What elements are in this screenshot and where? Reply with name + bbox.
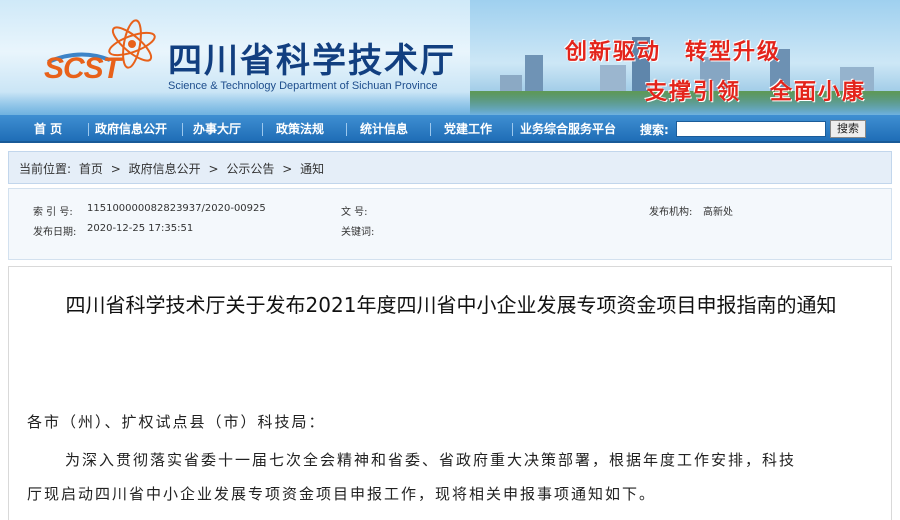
breadcrumb-item-home[interactable]: 首页 xyxy=(79,162,103,176)
slogan-2: 转型升级 xyxy=(685,40,782,65)
site-subtitle: Science & Technology Department of Sichu… xyxy=(168,80,438,92)
search-input[interactable] xyxy=(676,121,826,137)
publisher-value: 高新处 xyxy=(703,207,733,218)
nav-item-party[interactable]: 党建工作 xyxy=(444,120,492,137)
site-banner: SCST 四川省科学技术厅 Science & Technology Depar… xyxy=(0,0,900,115)
breadcrumb: 当前位置: 首页 > 政府信息公开 > 公示公告 > 通知 xyxy=(8,151,892,184)
nav-divider xyxy=(182,123,183,136)
breadcrumb-separator: > xyxy=(208,162,219,176)
search-label: 搜索: xyxy=(640,123,669,137)
publish-date-value: 2020-12-25 17:35:51 xyxy=(87,223,194,234)
index-label: 索 引 号: xyxy=(33,207,73,218)
keyword-label: 关键词: xyxy=(341,227,375,238)
article-title: 四川省科学技术厅关于发布2021年度四川省中小企业发展专项资金项目申报指南的通知 xyxy=(65,293,837,317)
doc-number-label: 文 号: xyxy=(341,207,368,218)
salutation: 各市（州）、扩权试点县（市）科技局： xyxy=(27,413,326,431)
nav-item-service-platform[interactable]: 业务综合服务平台 xyxy=(520,120,616,137)
search-button[interactable]: 搜索 xyxy=(830,120,866,138)
nav-divider xyxy=(262,123,263,136)
breadcrumb-item-gov-info[interactable]: 政府信息公开 xyxy=(129,162,201,176)
article-body: 四川省科学技术厅关于发布2021年度四川省中小企业发展专项资金项目申报指南的通知… xyxy=(8,266,892,520)
site-title: 四川省科学技术厅 xyxy=(168,41,456,81)
paragraph-line: 为深入贯彻落实省委十一届七次全会精神和省委、省政府重大决策部署，根据年度工作安排… xyxy=(65,451,797,469)
breadcrumb-label: 当前位置: xyxy=(19,162,72,176)
publisher-label: 发布机构: xyxy=(649,207,693,218)
main-nav: 首 页 政府信息公开 办事大厅 政策法规 统计信息 党建工作 业务综合服务平台 … xyxy=(0,115,900,143)
document-metadata: 索 引 号: 115100000082823937/2020-00925 文 号… xyxy=(8,188,892,260)
nav-item-service-hall[interactable]: 办事大厅 xyxy=(193,120,241,137)
breadcrumb-item-notice[interactable]: 通知 xyxy=(300,162,324,176)
logo-wordmark: SCST xyxy=(44,52,121,85)
nav-item-statistics[interactable]: 统计信息 xyxy=(360,120,408,137)
nav-divider xyxy=(430,123,431,136)
slogan-3: 支撑引领 xyxy=(645,80,742,105)
slogan-4: 全面小康 xyxy=(770,80,867,105)
nav-divider xyxy=(512,123,513,136)
nav-item-policy[interactable]: 政策法规 xyxy=(276,120,324,137)
paragraph-line: 厅现启动四川省中小企业发展专项资金项目申报工作，现将相关申报事项通知如下。 xyxy=(27,485,657,503)
breadcrumb-item-announcements[interactable]: 公示公告 xyxy=(226,162,274,176)
nav-divider xyxy=(88,123,89,136)
nav-divider xyxy=(346,123,347,136)
index-value: 115100000082823937/2020-00925 xyxy=(87,203,266,214)
slogan-1: 创新驱动 xyxy=(565,40,662,65)
breadcrumb-separator: > xyxy=(110,162,121,176)
nav-item-home[interactable]: 首 页 xyxy=(34,120,62,137)
nav-item-gov-info[interactable]: 政府信息公开 xyxy=(95,120,167,137)
breadcrumb-separator: > xyxy=(282,162,293,176)
publish-date-label: 发布日期: xyxy=(33,227,77,238)
